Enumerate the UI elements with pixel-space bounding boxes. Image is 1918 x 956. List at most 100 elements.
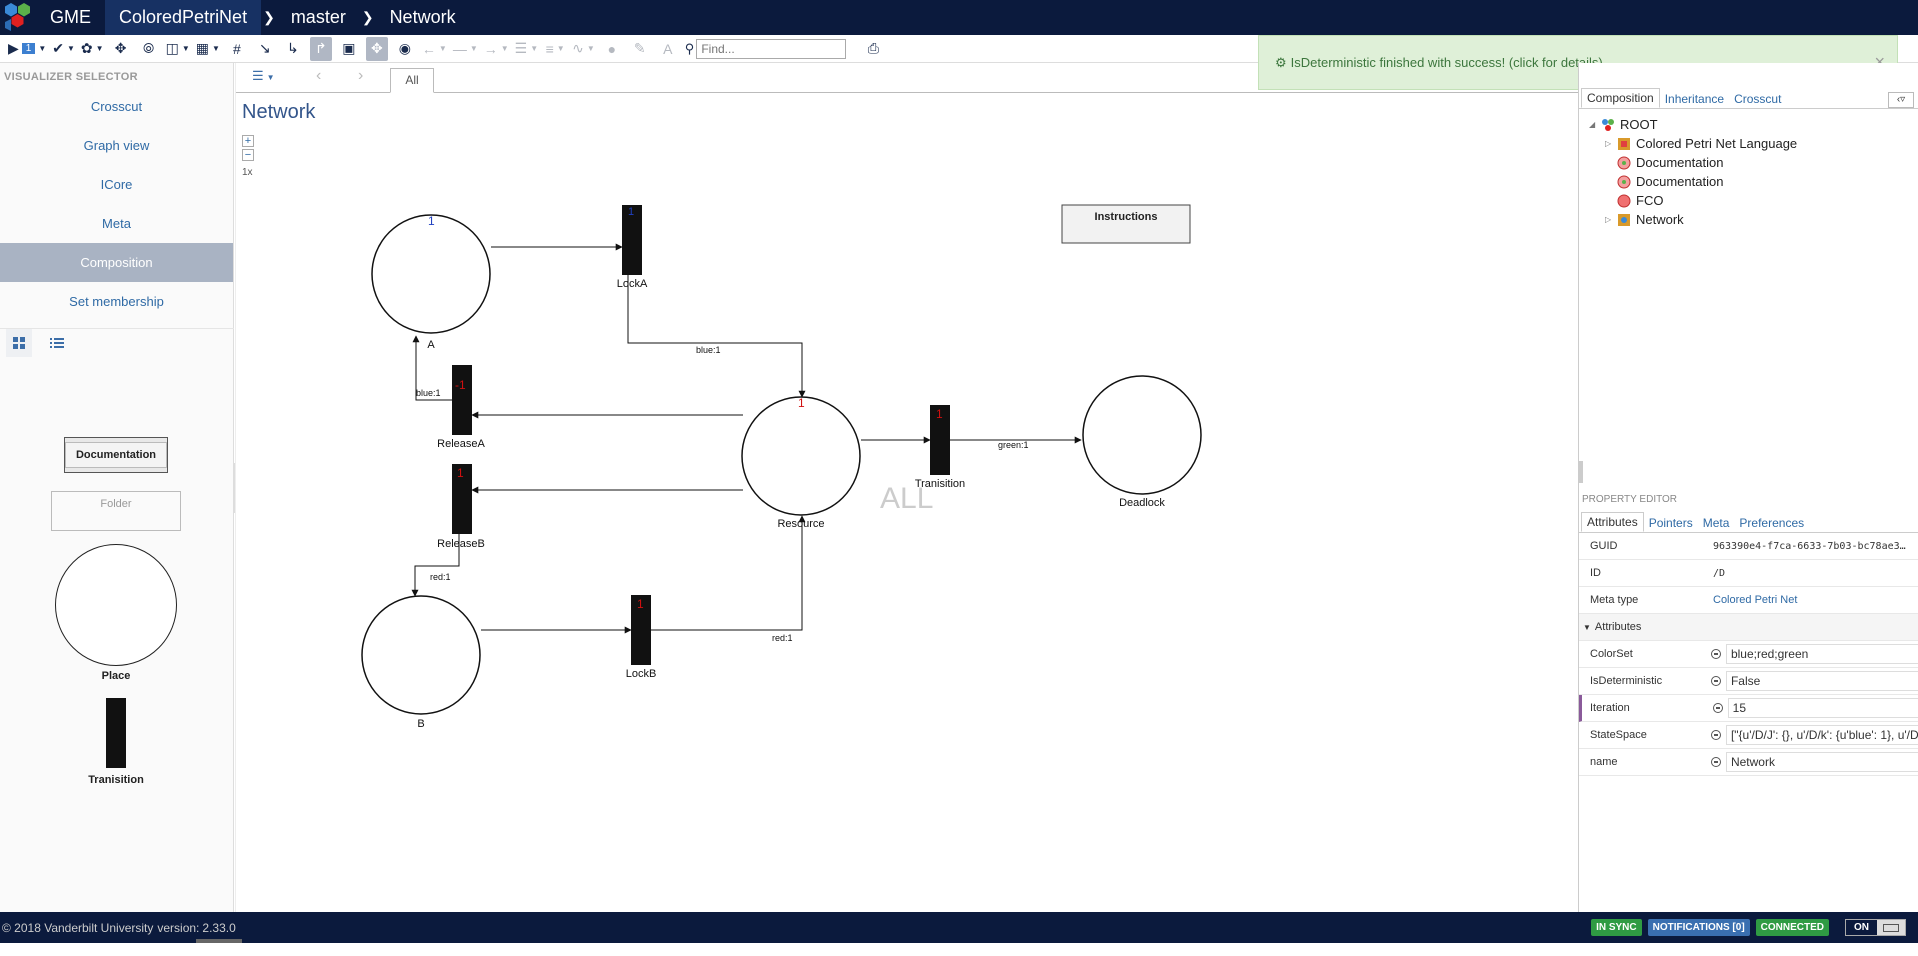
caret-down-icon: ▼	[67, 44, 75, 53]
part-browser: Documentation Folder Place Tranisition	[0, 356, 234, 956]
pen-color-button[interactable]: ✎	[629, 37, 651, 61]
tab-preferences[interactable]: Preferences	[1734, 514, 1809, 532]
breadcrumb-app[interactable]: GME	[36, 0, 105, 35]
tab-pointers[interactable]: Pointers	[1644, 514, 1698, 532]
toggle-knob	[1877, 920, 1905, 935]
place-resource-token: 1	[798, 396, 805, 410]
transition-tranisition-token: 1	[936, 407, 943, 421]
line-style-button[interactable]: — ▼	[453, 37, 478, 61]
tree-node-label: Documentation	[1636, 174, 1724, 189]
arrow-right-style-button[interactable]: → ▼	[484, 37, 509, 61]
target-button[interactable]: ⦾	[138, 37, 160, 61]
place-deadlock-label: Deadlock	[1119, 497, 1165, 509]
visualizer-graph-view[interactable]: Graph view	[0, 126, 233, 165]
breadcrumb-project[interactable]: ColoredPetriNet	[105, 0, 262, 35]
grid-view-button[interactable]	[6, 329, 32, 357]
right-panel: Composition Inheritance Crosscut ‹▿ ◢ RO…	[1578, 63, 1918, 912]
line-type-button[interactable]: ∿ ▼	[572, 37, 595, 61]
tree-node-documentation-1[interactable]: Documentation	[1585, 153, 1912, 172]
text-color-button[interactable]: A	[657, 37, 679, 61]
route-button[interactable]: ↳	[282, 37, 304, 61]
fire-event-button[interactable]: ✿ ▼	[81, 37, 104, 61]
arrow-left-style-button[interactable]: ← ▼	[422, 37, 447, 61]
tree-node-fco[interactable]: FCO	[1585, 191, 1912, 210]
part-documentation[interactable]: Documentation	[64, 437, 168, 473]
visualizer-composition[interactable]: Composition	[0, 243, 233, 282]
place-b-label: B	[417, 718, 424, 730]
right-splitter-handle[interactable]	[1579, 461, 1583, 483]
visualizer-crosscut[interactable]: Crosscut	[0, 87, 233, 126]
reset-icon[interactable]	[1712, 703, 1723, 713]
fill-color-button[interactable]: ●	[601, 37, 623, 61]
reset-icon[interactable]	[1711, 676, 1721, 686]
tab-meta[interactable]: Meta	[1698, 514, 1735, 532]
tree-node-cpn-language[interactable]: ▷ Colored Petri Net Language	[1585, 134, 1912, 153]
transition-releasea[interactable]	[452, 365, 472, 435]
pan-button[interactable]: ✥	[365, 36, 388, 61]
visualizer-set-membership[interactable]: Set membership	[0, 282, 233, 321]
visibility-button[interactable]: ◉	[394, 37, 416, 61]
breadcrumb-branch[interactable]: master	[277, 0, 360, 35]
expanded-caret-icon: ◢	[1589, 120, 1596, 129]
reset-icon[interactable]	[1711, 730, 1721, 740]
tab-inheritance[interactable]: Inheritance	[1660, 90, 1729, 108]
tree-node-label: Network	[1636, 212, 1684, 227]
place-resource[interactable]	[741, 396, 861, 516]
tab-crosscut[interactable]: Crosscut	[1729, 90, 1786, 108]
toggle-on-label: ON	[1846, 920, 1877, 935]
lock-button[interactable]: ▣	[338, 37, 360, 61]
attribute-input-name[interactable]: Network	[1725, 752, 1918, 772]
reset-icon[interactable]	[1711, 649, 1721, 659]
list-view-button[interactable]	[44, 329, 70, 357]
object-icon	[1617, 156, 1631, 170]
attributes-section-header[interactable]: ▼ Attributes	[1579, 614, 1918, 641]
notifications-badge[interactable]: NOTIFICATIONS [0]	[1647, 919, 1750, 936]
tree-filter-button[interactable]: ‹▿	[1888, 92, 1914, 108]
autoroute-button[interactable]: ↱	[309, 36, 332, 61]
attribute-input-statespace[interactable]: ["{u'/D/J': {}, u'/D/k': {u'blue': 1}, u…	[1725, 725, 1918, 745]
gme-logo-icon[interactable]	[0, 0, 36, 35]
place-deadlock[interactable]	[1082, 375, 1202, 495]
arc-locka-resource[interactable]	[627, 275, 806, 398]
route-icon: ↱	[315, 40, 327, 56]
align-button[interactable]: ☰ ▼	[515, 37, 538, 61]
reset-icon[interactable]	[1711, 757, 1721, 767]
tree-node-root[interactable]: ◢ ROOT	[1585, 115, 1912, 134]
visualizer-icore[interactable]: ICore	[0, 165, 233, 204]
check-meta-button[interactable]: ✔ ▼	[52, 37, 75, 61]
tree-node-documentation-2[interactable]: Documentation	[1585, 172, 1912, 191]
attribute-input-colorset[interactable]: blue;red;green	[1725, 644, 1918, 664]
caret-down-icon: ▼	[1583, 622, 1591, 632]
transition-releasea-token: -1	[455, 378, 466, 392]
crosshair-button[interactable]: ✥	[110, 37, 132, 61]
connect-button[interactable]: ↘	[254, 37, 276, 61]
connected-badge[interactable]: CONNECTED	[1755, 919, 1829, 936]
in-sync-badge[interactable]: IN SYNC	[1591, 919, 1642, 936]
part-folder[interactable]: Folder	[51, 491, 181, 531]
breadcrumb-node[interactable]: Network	[376, 0, 470, 35]
arc-label-green1: green:1	[998, 440, 1029, 450]
part-place[interactable]	[55, 544, 177, 666]
hash-button[interactable]: #	[226, 37, 248, 61]
footer-scrollbar-handle[interactable]	[196, 939, 242, 943]
place-b[interactable]	[361, 595, 481, 715]
tab-attributes[interactable]: Attributes	[1581, 512, 1644, 532]
line-width-button[interactable]: ≡ ▼	[544, 37, 566, 61]
caret-down-icon: ▼	[438, 44, 447, 53]
place-a[interactable]	[371, 214, 491, 334]
part-transition-label: Tranisition	[88, 774, 144, 786]
print-button[interactable]: ⎙	[862, 37, 884, 61]
part-transition[interactable]	[106, 698, 126, 768]
find-input[interactable]	[696, 38, 847, 59]
tab-composition[interactable]: Composition	[1581, 88, 1660, 108]
arc-lockb-resource[interactable]	[649, 515, 806, 631]
attribute-input-isdeterministic[interactable]: False	[1725, 671, 1918, 691]
grid-button[interactable]: ▦ ▼	[196, 37, 220, 61]
tree-node-network[interactable]: ▷ Network	[1585, 210, 1912, 229]
visualizer-meta[interactable]: Meta	[0, 204, 233, 243]
property-value-metatype-link[interactable]: Colored Petri Net	[1713, 594, 1797, 606]
play-plugin-button[interactable]: ▶ 1 ▼	[8, 37, 46, 61]
attribute-input-iteration[interactable]: 15	[1727, 698, 1918, 718]
layout-button[interactable]: ◫ ▼	[166, 37, 190, 61]
toggle-switch[interactable]: ON	[1845, 919, 1906, 936]
